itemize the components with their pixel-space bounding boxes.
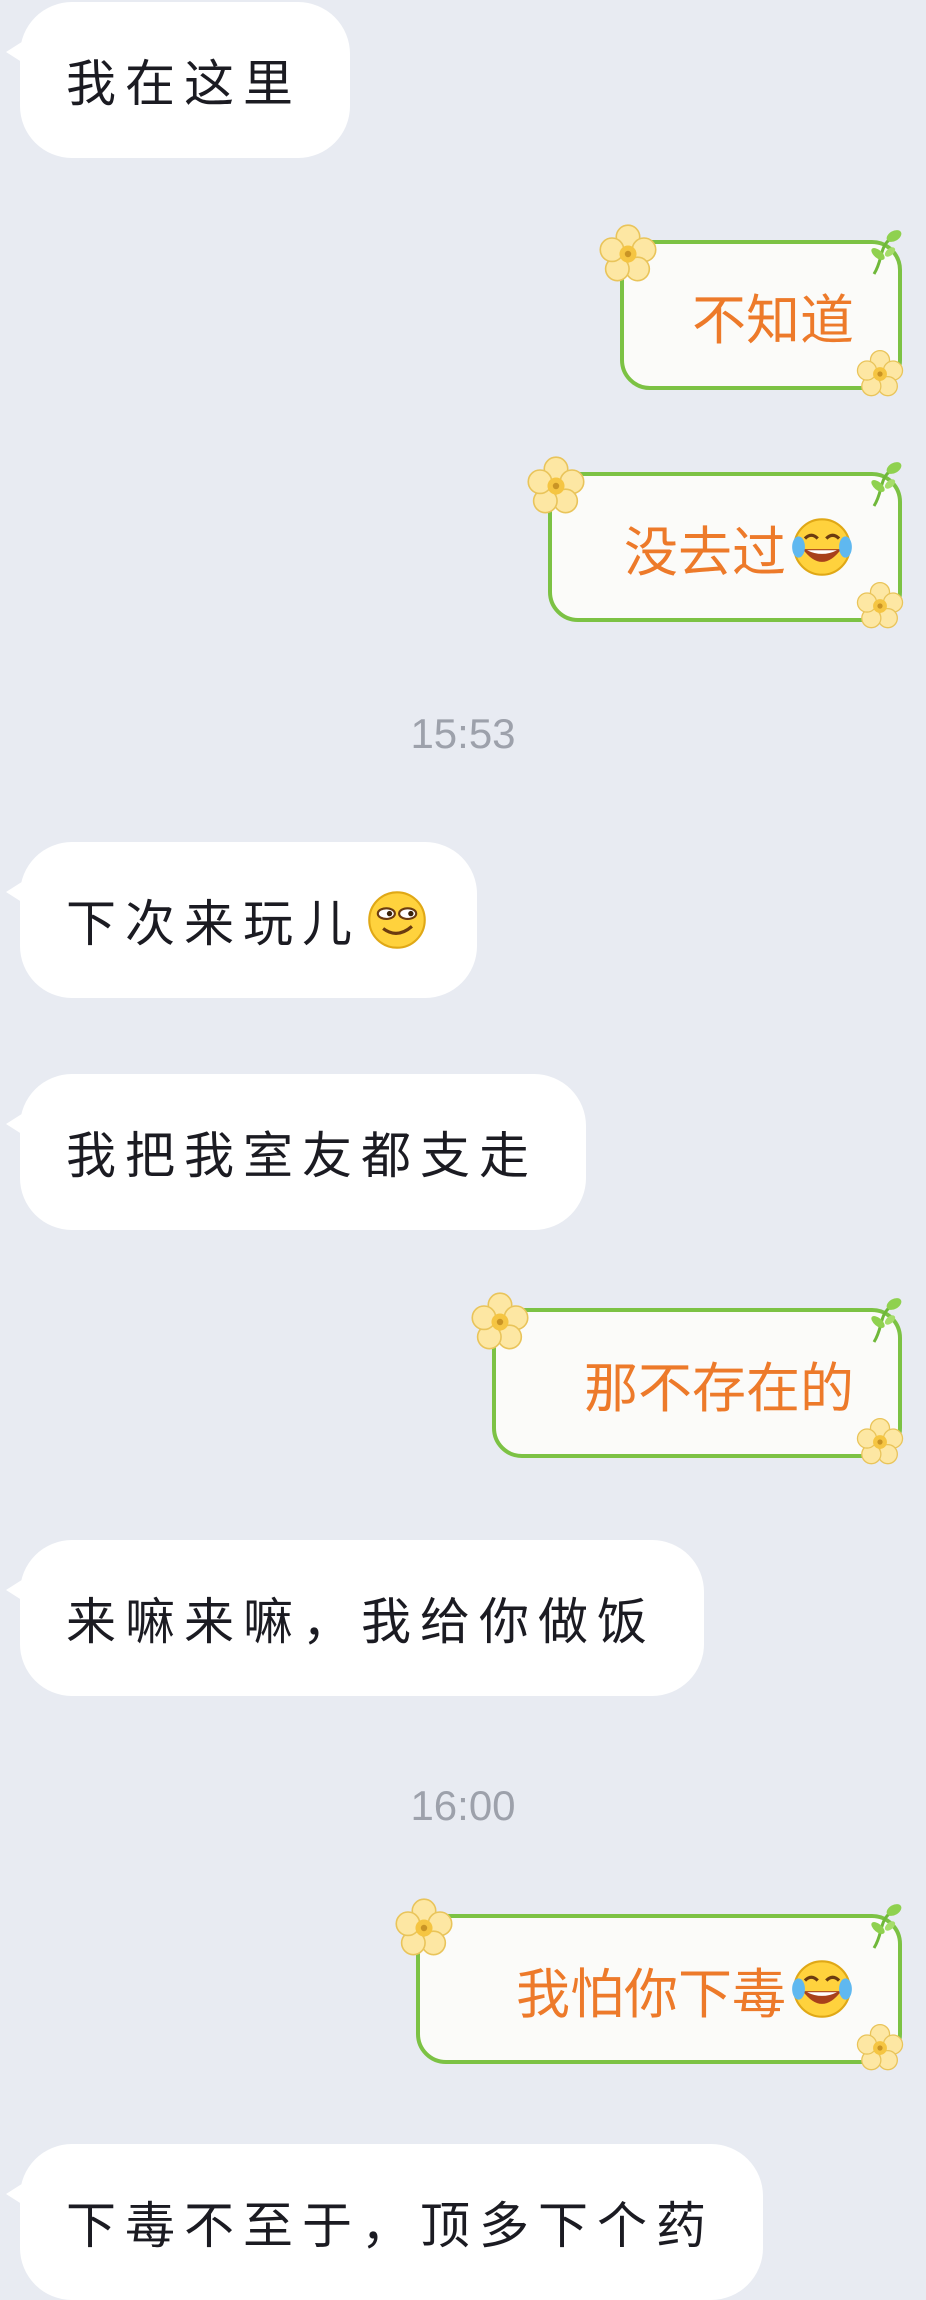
flower-decoration-icon	[854, 348, 906, 400]
message-text: 没去过	[624, 520, 786, 584]
outgoing-message-bubble[interactable]: 没去过	[548, 472, 902, 622]
flower-decoration-icon	[854, 580, 906, 632]
outgoing-message-bubble[interactable]: 不知道	[620, 240, 902, 390]
outgoing-message-bubble[interactable]: 那不存在的	[492, 1308, 902, 1458]
vine-decoration-icon	[868, 460, 908, 510]
timestamp: 15:53	[410, 710, 516, 757]
outgoing-message-bubble[interactable]: 我怕你下毒	[416, 1914, 902, 2064]
message-text: 我把我室友都支走	[66, 1127, 538, 1185]
incoming-message-bubble[interactable]: 下次来玩儿	[6, 842, 477, 998]
message-text: 不知道	[692, 288, 854, 352]
incoming-message-bubble[interactable]: 来嘛来嘛，我给你做饭	[6, 1540, 704, 1696]
flower-decoration-icon	[596, 222, 660, 286]
vine-decoration-icon	[868, 1902, 908, 1952]
timestamp: 16:00	[410, 1782, 516, 1829]
message-text: 我怕你下毒	[516, 1962, 786, 2026]
vine-decoration-icon	[868, 1296, 908, 1346]
message-text: 我在这里	[66, 55, 302, 113]
laughing-tears-emoji-icon	[790, 515, 854, 579]
message-text: 下次来玩儿	[66, 895, 361, 953]
vine-decoration-icon	[868, 228, 908, 278]
flower-decoration-icon	[392, 1896, 456, 1960]
laughing-tears-emoji-icon	[790, 1957, 854, 2021]
flower-decoration-icon	[854, 2022, 906, 2074]
incoming-message-bubble[interactable]: 下毒不至于，顶多下个药	[6, 2144, 763, 2300]
incoming-message-bubble[interactable]: 我把我室友都支走	[6, 1074, 586, 1230]
flower-decoration-icon	[524, 454, 588, 518]
message-text: 下毒不至于，顶多下个药	[66, 2197, 715, 2255]
flower-decoration-icon	[854, 1416, 906, 1468]
incoming-message-bubble[interactable]: 我在这里	[6, 2, 350, 158]
flower-decoration-icon	[468, 1290, 532, 1354]
message-text: 那不存在的	[584, 1356, 854, 1420]
smirk-emoji-icon	[365, 888, 429, 952]
message-text: 来嘛来嘛，我给你做饭	[66, 1593, 656, 1651]
